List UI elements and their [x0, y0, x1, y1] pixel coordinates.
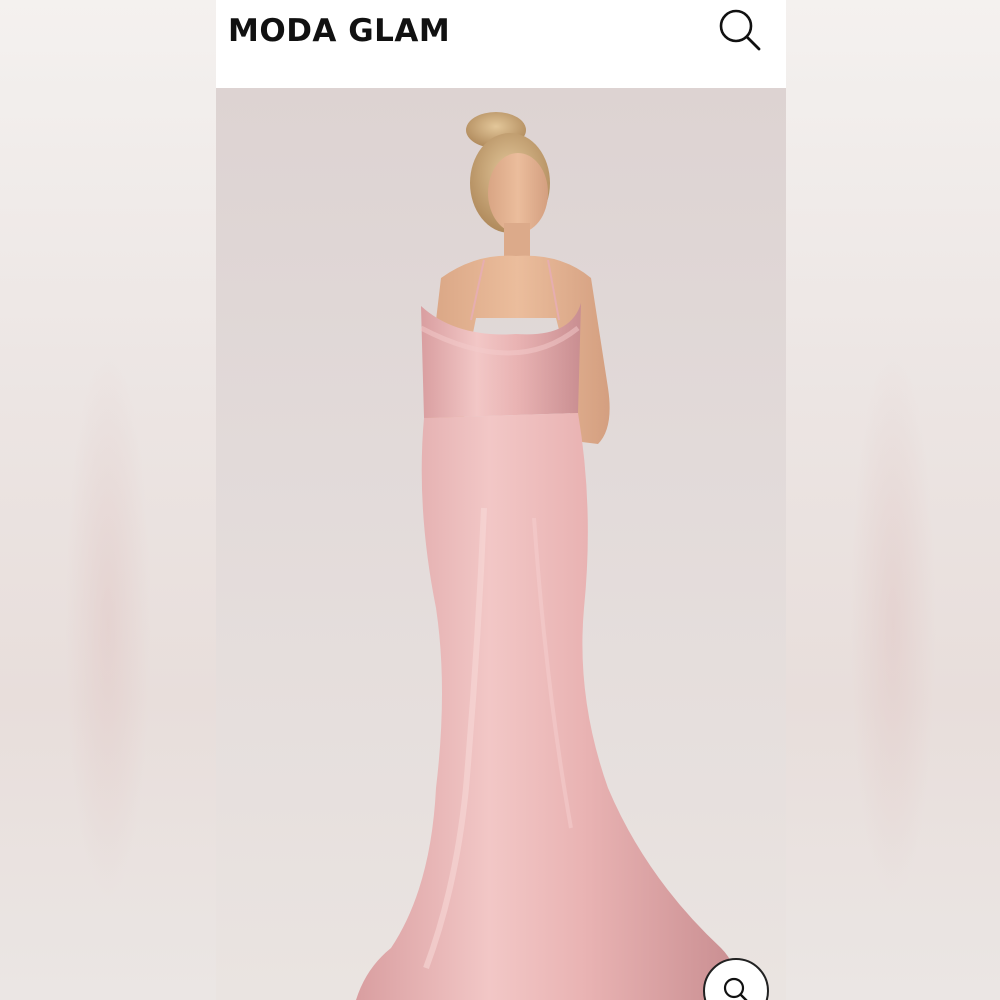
- header: MODA GLAM: [216, 0, 786, 88]
- zoom-icon: [723, 977, 748, 1000]
- blurred-background-left: [0, 0, 216, 1000]
- blurred-background-right: [786, 0, 1000, 1000]
- product-photo[interactable]: [216, 88, 786, 1000]
- search-button[interactable]: [716, 6, 764, 54]
- search-icon: [719, 9, 761, 51]
- product-page: MODA GLAM: [216, 0, 786, 1000]
- screen: MODA GLAM: [0, 0, 1000, 1000]
- model-in-pink-gown: [356, 112, 737, 1000]
- brand-logo[interactable]: MODA GLAM: [228, 13, 450, 49]
